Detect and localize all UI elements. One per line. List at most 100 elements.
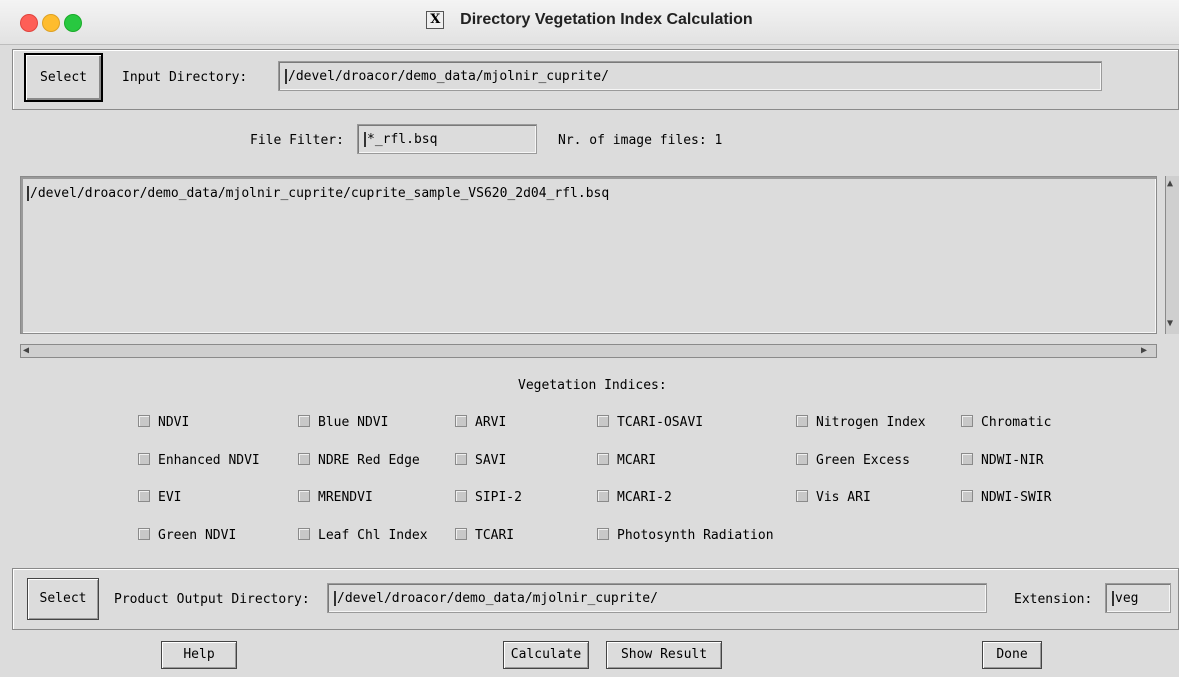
- checkbox-label: Blue NDVI: [318, 415, 389, 430]
- title-bar: X Directory Vegetation Index Calculation: [0, 0, 1179, 45]
- image-file-count: Nr. of image files: 1: [558, 133, 723, 148]
- checkbox-savi[interactable]: SAVI: [455, 453, 506, 469]
- file-list-vertical-scrollbar[interactable]: ▲ ▼: [1165, 176, 1179, 334]
- window-title: Directory Vegetation Index Calculation: [460, 11, 753, 28]
- app-window: X Directory Vegetation Index Calculation…: [0, 0, 1179, 677]
- checkbox-mrendvi[interactable]: MRENDVI: [298, 490, 373, 506]
- checkbox-vis-ari[interactable]: Vis ARI: [796, 490, 871, 506]
- scroll-down-icon[interactable]: ▼: [1167, 318, 1173, 330]
- checkbox-photosynth-radiation[interactable]: Photosynth Radiation: [597, 528, 774, 544]
- extension-value: veg: [1115, 591, 1139, 606]
- checkbox-label: MRENDVI: [318, 490, 373, 505]
- input-directory-label: Input Directory:: [122, 70, 248, 85]
- scroll-up-icon[interactable]: ▲: [1167, 178, 1173, 190]
- checkbox-label: Leaf Chl Index: [318, 528, 428, 543]
- checkbox-icon: [298, 528, 310, 540]
- checkbox-label: EVI: [158, 490, 182, 505]
- help-button[interactable]: Help: [161, 641, 237, 669]
- extension-field[interactable]: veg: [1105, 583, 1171, 613]
- checkbox-mcari-2[interactable]: MCARI-2: [597, 490, 672, 506]
- checkbox-arvi[interactable]: ARVI: [455, 415, 506, 431]
- output-directory-value: /devel/droacor/demo_data/mjolnir_cuprite…: [337, 591, 658, 606]
- checkbox-green-ndvi[interactable]: Green NDVI: [138, 528, 236, 544]
- input-select-button[interactable]: Select: [24, 53, 103, 102]
- checkbox-nitrogen-index[interactable]: Nitrogen Index: [796, 415, 926, 431]
- scroll-left-icon[interactable]: ◀: [23, 345, 29, 357]
- file-list-horizontal-scrollbar[interactable]: ◀ ▶: [20, 344, 1157, 358]
- checkbox-blue-ndvi[interactable]: Blue NDVI: [298, 415, 388, 431]
- checkbox-icon: [455, 415, 467, 427]
- checkbox-icon: [138, 490, 150, 502]
- checkbox-tcari-osavi[interactable]: TCARI-OSAVI: [597, 415, 703, 431]
- checkbox-chromatic[interactable]: Chromatic: [961, 415, 1051, 431]
- checkbox-icon: [138, 453, 150, 465]
- checkbox-icon: [961, 490, 973, 502]
- checkbox-icon: [138, 528, 150, 540]
- checkbox-icon: [796, 415, 808, 427]
- checkbox-icon: [796, 453, 808, 465]
- checkbox-label: Vis ARI: [816, 490, 871, 505]
- checkbox-icon: [298, 490, 310, 502]
- input-directory-field[interactable]: /devel/droacor/demo_data/mjolnir_cuprite…: [278, 61, 1102, 91]
- checkbox-label: Nitrogen Index: [816, 415, 926, 430]
- text-caret: [1112, 591, 1114, 606]
- checkbox-icon: [298, 415, 310, 427]
- text-caret: [364, 132, 366, 147]
- file-filter-label: File Filter:: [250, 133, 344, 148]
- checkbox-sipi-2[interactable]: SIPI-2: [455, 490, 522, 506]
- checkbox-icon: [961, 415, 973, 427]
- scroll-right-icon[interactable]: ▶: [1141, 345, 1147, 357]
- file-list-item[interactable]: /devel/droacor/demo_data/mjolnir_cuprite…: [30, 186, 609, 201]
- show-result-button[interactable]: Show Result: [606, 641, 722, 669]
- checkbox-label: SIPI-2: [475, 490, 522, 505]
- output-select-button[interactable]: Select: [27, 578, 99, 620]
- text-caret: [285, 69, 287, 84]
- checkbox-ndwi-nir[interactable]: NDWI-NIR: [961, 453, 1044, 469]
- checkbox-label: TCARI: [475, 528, 515, 543]
- checkbox-icon: [455, 528, 467, 540]
- output-directory-label: Product Output Directory:: [114, 592, 310, 607]
- checkbox-label: Green Excess: [816, 453, 910, 468]
- checkbox-label: MCARI: [617, 453, 657, 468]
- x11-logo-icon: X: [426, 11, 445, 29]
- checkbox-mcari[interactable]: MCARI: [597, 453, 656, 469]
- file-filter-field[interactable]: *_rfl.bsq: [357, 124, 537, 154]
- extension-label: Extension:: [1014, 592, 1093, 607]
- checkbox-icon: [961, 453, 973, 465]
- checkbox-ndvi[interactable]: NDVI: [138, 415, 189, 431]
- checkbox-ndre-red-edge[interactable]: NDRE Red Edge: [298, 453, 420, 469]
- checkbox-label: Chromatic: [981, 415, 1052, 430]
- checkbox-icon: [597, 415, 609, 427]
- checkbox-leaf-chl-index[interactable]: Leaf Chl Index: [298, 528, 428, 544]
- file-filter-value: *_rfl.bsq: [367, 132, 438, 147]
- text-caret: [334, 591, 336, 606]
- checkbox-icon: [796, 490, 808, 502]
- checkbox-label: Enhanced NDVI: [158, 453, 260, 468]
- checkbox-icon: [138, 415, 150, 427]
- checkbox-icon: [455, 490, 467, 502]
- checkbox-label: NDVI: [158, 415, 190, 430]
- calculate-button[interactable]: Calculate: [503, 641, 589, 669]
- checkbox-label: MCARI-2: [617, 490, 672, 505]
- window-title-area: X Directory Vegetation Index Calculation: [0, 11, 1179, 29]
- vegetation-indices-heading: Vegetation Indices:: [518, 378, 667, 393]
- output-directory-field[interactable]: /devel/droacor/demo_data/mjolnir_cuprite…: [327, 583, 987, 613]
- checkbox-label: Green NDVI: [158, 528, 237, 543]
- checkbox-icon: [597, 490, 609, 502]
- checkbox-label: ARVI: [475, 415, 507, 430]
- done-button[interactable]: Done: [982, 641, 1042, 669]
- checkbox-icon: [455, 453, 467, 465]
- checkbox-evi[interactable]: EVI: [138, 490, 181, 506]
- input-directory-value: /devel/droacor/demo_data/mjolnir_cuprite…: [288, 69, 609, 84]
- file-list[interactable]: /devel/droacor/demo_data/mjolnir_cuprite…: [20, 176, 1157, 334]
- checkbox-enhanced-ndvi[interactable]: Enhanced NDVI: [138, 453, 260, 469]
- checkbox-label: SAVI: [475, 453, 507, 468]
- text-caret: [27, 186, 29, 201]
- checkbox-tcari[interactable]: TCARI: [455, 528, 514, 544]
- checkbox-label: NDRE Red Edge: [318, 453, 420, 468]
- checkbox-icon: [597, 528, 609, 540]
- checkbox-green-excess[interactable]: Green Excess: [796, 453, 910, 469]
- checkbox-label: NDWI-NIR: [981, 453, 1044, 468]
- checkbox-ndwi-swir[interactable]: NDWI-SWIR: [961, 490, 1051, 506]
- checkbox-label: TCARI-OSAVI: [617, 415, 704, 430]
